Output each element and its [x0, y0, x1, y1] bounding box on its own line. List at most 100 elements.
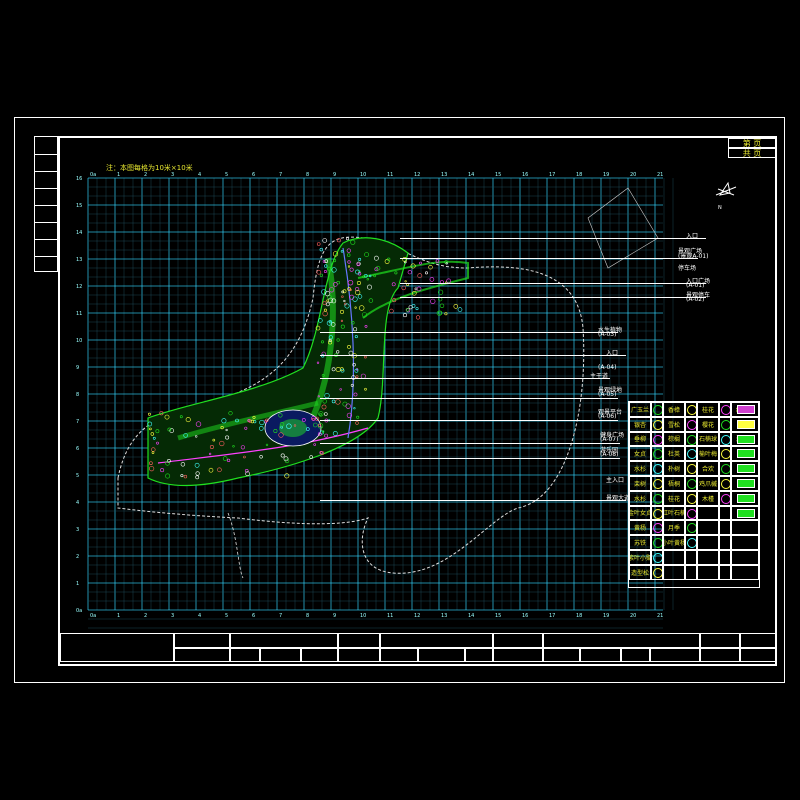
tree-symbol	[319, 273, 323, 277]
tree-symbol	[316, 242, 321, 246]
grid-axis-label-top: 20	[630, 172, 636, 178]
grid-axis-label-bottom: 6	[252, 613, 255, 619]
title-block-label	[493, 648, 543, 662]
grid-axis-label-top: 5	[225, 172, 228, 178]
legend-plant-name	[697, 505, 719, 521]
tree-symbol-icon	[653, 567, 662, 578]
binding-strip	[34, 136, 58, 272]
legend-plant-name	[663, 564, 685, 580]
grid-axis-label-top: 11	[387, 172, 393, 178]
tree-symbol-icon	[721, 434, 730, 445]
legend-symbol-cell	[719, 505, 731, 521]
callout-line	[320, 378, 610, 379]
legend-plant-name: 雪松	[663, 416, 685, 432]
groundcover-pattern-icon	[737, 493, 755, 503]
legend-symbol-cell	[719, 476, 731, 491]
zone-label: (A-02)	[686, 296, 705, 303]
grid-axis-label-top: 1	[117, 172, 120, 178]
callout-line	[320, 443, 620, 444]
title-block-value	[230, 648, 260, 662]
title-block-blank	[60, 633, 174, 662]
tree-symbol	[439, 303, 445, 309]
sheet-total-cell: 共 页	[728, 148, 776, 158]
legend-plant-name: 棕榈	[663, 431, 685, 447]
grid-axis-label-bottom: 17	[549, 613, 555, 619]
legend-plant-name: 紫叶小檗	[629, 550, 651, 565]
tree-symbol	[389, 308, 394, 314]
grid-axis-label-bottom: 1	[117, 613, 120, 619]
legend-plant-name: 桂花	[697, 402, 719, 417]
grid-axis-label-bottom: 19	[603, 613, 609, 619]
callout-line	[400, 238, 706, 239]
tree-symbol-icon	[687, 538, 696, 549]
grid-axis-label-bottom: 7	[279, 613, 282, 619]
grid-axis-label-bottom: 12	[414, 613, 420, 619]
legend-plant-name	[731, 564, 759, 580]
callout-line	[320, 420, 618, 421]
groundcover-pattern-icon	[737, 449, 755, 459]
grid-axis-label-top: 15	[495, 172, 501, 178]
legend-symbol-cell	[719, 431, 731, 447]
legend-plant-name: 苏铁	[629, 535, 651, 550]
title-block-value	[301, 648, 338, 662]
groundcover-pattern-icon	[737, 434, 755, 444]
tree-symbol-icon	[687, 493, 696, 504]
legend-symbol-cell	[651, 564, 663, 580]
legend-symbol-cell	[685, 416, 697, 432]
legend-symbol-cell	[719, 564, 731, 580]
legend-plant-name	[697, 535, 719, 550]
legend-symbol-cell	[685, 402, 697, 417]
legend-symbol-cell	[651, 535, 663, 550]
legend-symbol-cell	[685, 505, 697, 521]
legend-symbol-cell	[651, 490, 663, 506]
legend-plant-name: 银杏	[629, 416, 651, 432]
legend-plant-name	[663, 550, 685, 565]
tree-symbol	[457, 307, 463, 312]
legend-symbol-cell	[651, 520, 663, 536]
legend-symbol-cell	[651, 402, 663, 417]
tree-symbol-icon	[653, 508, 662, 519]
callout-line	[400, 258, 698, 259]
zone-label: (A-05)	[598, 391, 617, 398]
callout-line	[400, 297, 706, 298]
tree-symbol	[415, 315, 421, 320]
zone-label: (A-01)	[686, 282, 705, 289]
legend-plant-name	[731, 550, 759, 565]
legend-plant-name: 香樟	[663, 402, 685, 417]
tree-symbol-icon	[653, 449, 662, 460]
title-block-value	[380, 633, 493, 648]
legend-symbol-cell	[685, 431, 697, 447]
grid-axis-label-top: 21	[657, 172, 663, 178]
grid-axis-label-top: 2	[144, 172, 147, 178]
legend-plant-name: 金叶女贞	[629, 505, 651, 521]
title-block-label	[174, 648, 230, 662]
grid-axis-label-left: 3	[76, 527, 79, 533]
zone-label: (A-06)	[598, 413, 617, 420]
tree-symbol-icon	[721, 419, 730, 430]
legend-symbol-cell	[685, 446, 697, 462]
grid-axis-label-bottom: 0a	[90, 613, 96, 619]
tree-symbol	[316, 269, 322, 275]
legend-symbol-cell	[685, 461, 697, 476]
tree-symbol-icon	[653, 523, 662, 534]
grid-axis-label-bottom: 16	[522, 613, 528, 619]
legend-plant-name	[731, 535, 759, 550]
legend-plant-name: 木槿	[697, 490, 719, 506]
legend-symbol-cell	[651, 446, 663, 462]
grid-axis-label-top: 0a	[90, 172, 96, 178]
tree-symbol	[284, 473, 290, 479]
grid-axis-label-bottom: 15	[495, 613, 501, 619]
tree-symbol	[419, 261, 422, 265]
legend-plant-name: 杜英	[663, 446, 685, 462]
title-block-value	[740, 633, 777, 648]
legend-plant-name: 朴树	[663, 461, 685, 476]
grid-axis-label-bottom: 2	[144, 613, 147, 619]
grid-axis-label-left: 15	[76, 203, 82, 209]
plant-legend: 广玉兰香樟桂花红叶李银杏雪松樱花紫薇垂柳棕榈石楠球海桐球女贞杜英榆叶梅红枫水杉朴…	[628, 401, 760, 588]
tree-symbol	[404, 280, 407, 283]
grid-axis-label-bottom: 20	[630, 613, 636, 619]
title-block-label	[418, 648, 465, 662]
legend-plant-name: 月季	[663, 520, 685, 536]
grid-axis-label-left: 12	[76, 284, 82, 290]
parking-lot-outline	[587, 187, 659, 269]
